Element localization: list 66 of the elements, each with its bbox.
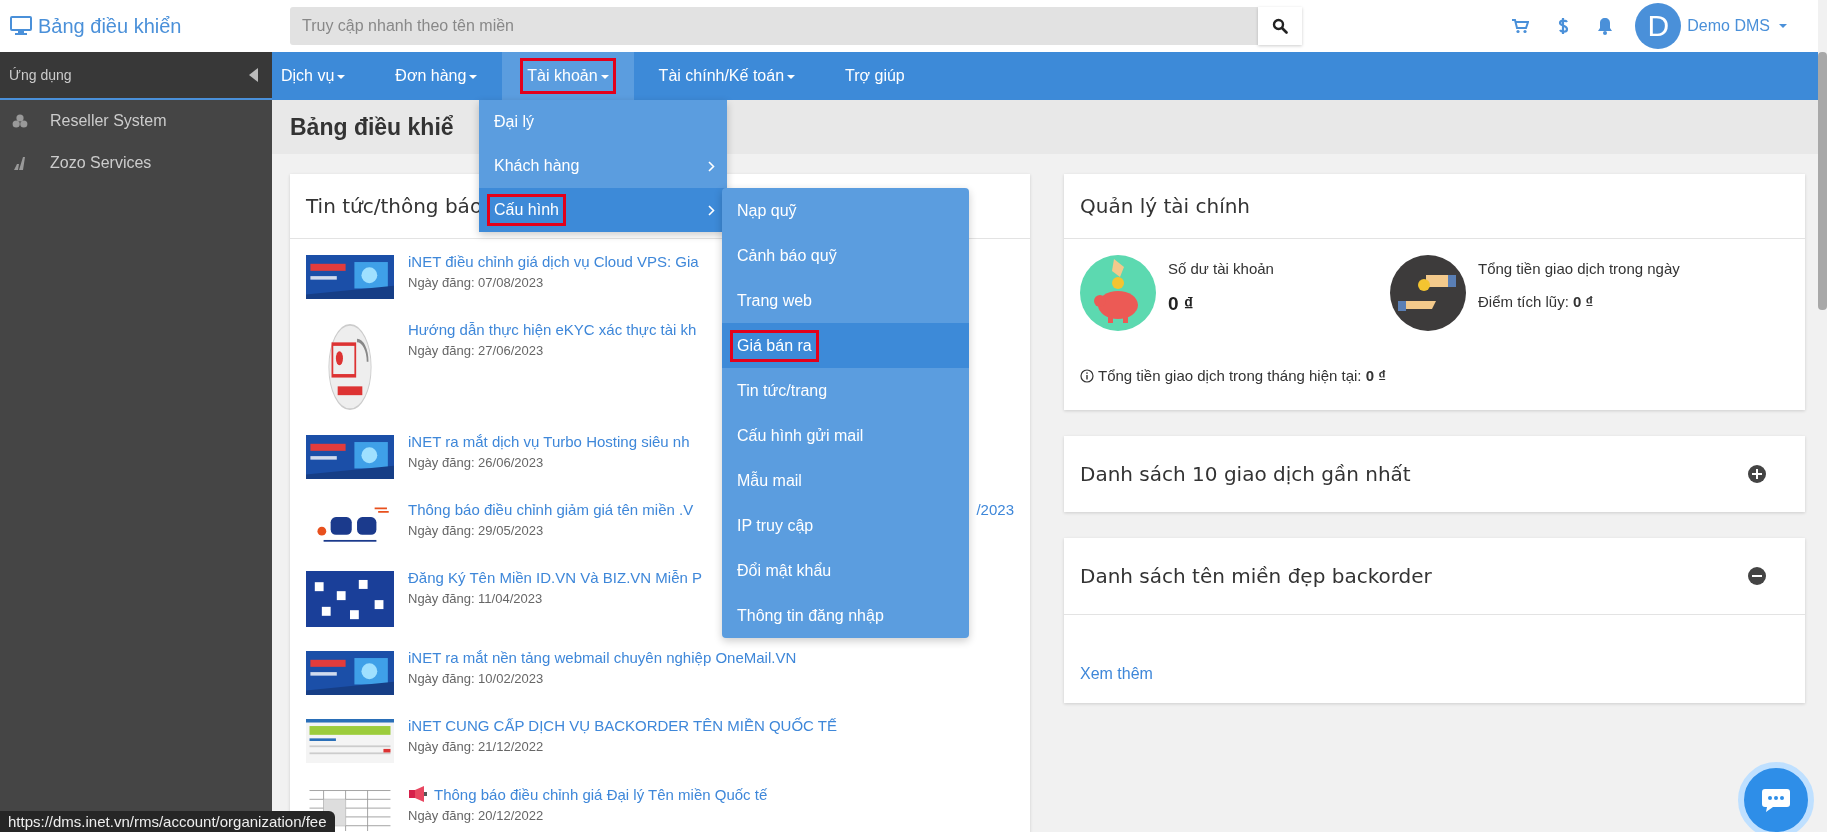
menu-item[interactable]: Thông tin đăng nhập [722, 593, 969, 638]
news-link[interactable]: iNET CUNG CẤP DỊCH VỤ BACKORDER TÊN MIỀN QUỐC TẾ [408, 717, 837, 734]
news-link[interactable]: iNET điều chỉnh giá dịch vụ Cloud VPS: Gia [408, 253, 699, 270]
expand-icon[interactable] [1747, 464, 1767, 484]
monitor-icon [10, 16, 32, 36]
caret-icon [1779, 24, 1787, 28]
news-link[interactable]: Thông báo điều chỉnh giá Đại lý Tên miền Quốc tế [434, 785, 768, 803]
menu-item[interactable]: Mẫu mail [722, 458, 969, 503]
status-url: https://dms.inet.vn/rms/account/organization/fee [0, 811, 335, 832]
cart-icon[interactable] [1511, 18, 1530, 34]
menu-item[interactable]: Giá bán ra [722, 323, 969, 368]
panel-title: Danh sách tên miền đẹp backorder [1080, 564, 1432, 588]
points-text: Điểm tích lũy: 0 ₫ [1478, 293, 1595, 310]
bell-icon[interactable] [1597, 17, 1614, 35]
news-link[interactable]: iNET ra mắt dịch vụ Turbo Hosting siêu nh [408, 433, 690, 450]
sidebar-title: Ứng dụng [9, 67, 72, 83]
collapse-icon[interactable] [249, 68, 258, 82]
menu-item[interactable]: Đại lý [479, 100, 727, 144]
panel-title: Danh sách 10 giao dịch gần nhất [1080, 462, 1411, 486]
menu-item[interactable]: Đổi mật khẩu [722, 548, 969, 593]
chat-icon [1761, 787, 1791, 813]
bars-icon [12, 155, 28, 171]
circles-icon [12, 113, 28, 129]
piggy-bank-icon [1080, 255, 1156, 331]
menu-item[interactable]: Cấu hình gửi mail [722, 413, 969, 458]
sidebar-item[interactable]: Zozo Services [0, 142, 272, 184]
see-more-link[interactable]: Xem thêm [1080, 665, 1153, 682]
post-date: Ngày đăng: 07/08/2023 [408, 275, 544, 290]
info-icon [1080, 368, 1094, 383]
post-date: Ngày đăng: 11/04/2023 [408, 591, 543, 606]
post-date: Ngày đăng: 21/12/2022 [408, 739, 544, 754]
card-title: Quản lý tài chính [1064, 174, 1805, 239]
search-button[interactable] [1258, 7, 1302, 45]
menu-item[interactable]: Tin tức/trang [722, 368, 969, 413]
dollar-icon[interactable] [1557, 17, 1570, 35]
collapse-icon[interactable] [1747, 566, 1767, 586]
news-link[interactable]: iNET ra mắt nền tảng webmail chuyên nghiệp OneMail.VN [408, 649, 797, 666]
search-field[interactable]: Truy cập nhanh theo tên miền [290, 7, 1258, 45]
balance-value: 0 ₫ [1168, 293, 1195, 315]
news-link[interactable]: /2023 [976, 501, 1014, 518]
stat-label: Tổng tiền giao dịch trong ngày [1478, 260, 1680, 277]
nav-tab[interactable]: Dịch vụ [272, 52, 371, 100]
news-link[interactable]: Thông báo điều chỉnh giảm giá tên miền .V [408, 501, 694, 518]
monthly-total: Tổng tiền giao dịch trong tháng hiện tại: 0 ₫ [1098, 367, 1386, 384]
user-menu[interactable]: Demo DMS [1687, 17, 1787, 35]
post-date: Ngày đăng: 29/05/2023 [408, 523, 544, 538]
news-link[interactable]: Đăng Ký Tên Miền ID.VN Và BIZ.VN Miễn P [408, 569, 702, 586]
dashboard-link[interactable]: Bảng điều khiển [38, 14, 182, 38]
sidebar-item[interactable]: Reseller System [0, 100, 272, 142]
post-date: Ngày đăng: 26/06/2023 [408, 455, 544, 470]
stat-label: Số dư tài khoản [1168, 260, 1274, 277]
user-avatar[interactable]: D [1635, 3, 1682, 49]
post-date: Ngày đăng: 27/06/2023 [408, 343, 544, 358]
menu-item[interactable]: IP truy cập [722, 503, 969, 548]
menu-item[interactable]: Trang web [722, 278, 969, 323]
nav-tab[interactable]: Đơn hàng [370, 52, 503, 100]
coin-hands-icon [1390, 255, 1466, 331]
nav-tab[interactable]: Tài chính/Kế toán [633, 52, 821, 100]
post-date: Ngày đăng: 20/12/2022 [408, 808, 544, 823]
search-icon [1272, 18, 1288, 34]
post-date: Ngày đăng: 10/02/2023 [408, 671, 544, 686]
megaphone-icon [408, 785, 428, 803]
nav-tab[interactable]: Trợ giúp [820, 52, 930, 100]
news-link[interactable]: Hướng dẫn thực hiện eKYC xác thực tài kh [408, 321, 697, 338]
nav-tab[interactable]: Tài khoản [502, 52, 634, 100]
page-title: Bảng điều khiể [290, 113, 454, 141]
